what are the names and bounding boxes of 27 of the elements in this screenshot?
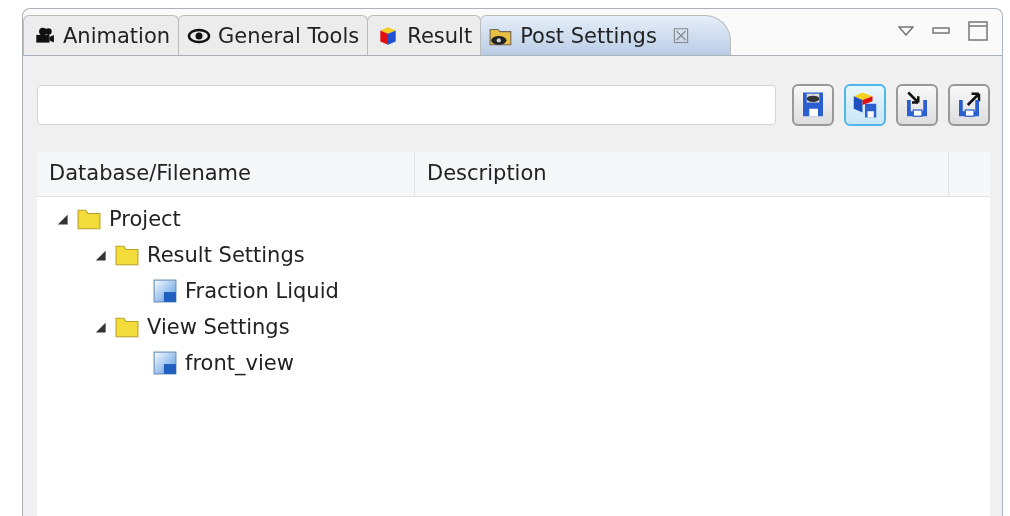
- toolbar-button[interactable]: [948, 84, 990, 126]
- toolbar-button[interactable]: [896, 84, 938, 126]
- folder-icon: [115, 315, 139, 339]
- tab[interactable]: Post Settings ☒: [480, 15, 731, 55]
- expander-icon[interactable]: [93, 248, 107, 262]
- search-field[interactable]: [37, 85, 776, 125]
- column-header[interactable]: Description: [415, 152, 949, 196]
- expander-icon[interactable]: [93, 320, 107, 334]
- view-menu-icon[interactable]: [898, 26, 914, 36]
- tree-item[interactable]: Result Settings: [147, 243, 305, 267]
- tree-item[interactable]: front_view: [185, 351, 294, 375]
- view-icon: [153, 279, 177, 303]
- tab[interactable]: Animation: [23, 15, 180, 55]
- tree-item[interactable]: Project: [109, 207, 181, 231]
- toolbar-button[interactable]: [844, 84, 886, 126]
- tree-item[interactable]: Fraction Liquid: [185, 279, 339, 303]
- tab[interactable]: General Tools: [178, 15, 369, 55]
- tree-item[interactable]: View Settings: [147, 315, 290, 339]
- column-header[interactable]: Database/Filename: [37, 152, 415, 196]
- toolbar-button[interactable]: [792, 84, 834, 126]
- view-icon: [153, 351, 177, 375]
- minimize-icon[interactable]: [932, 27, 950, 35]
- folder-icon: [77, 207, 101, 231]
- tab[interactable]: Result: [367, 15, 482, 55]
- maximize-icon[interactable]: [968, 21, 988, 41]
- expander-icon[interactable]: [55, 212, 69, 226]
- folder-icon: [115, 243, 139, 267]
